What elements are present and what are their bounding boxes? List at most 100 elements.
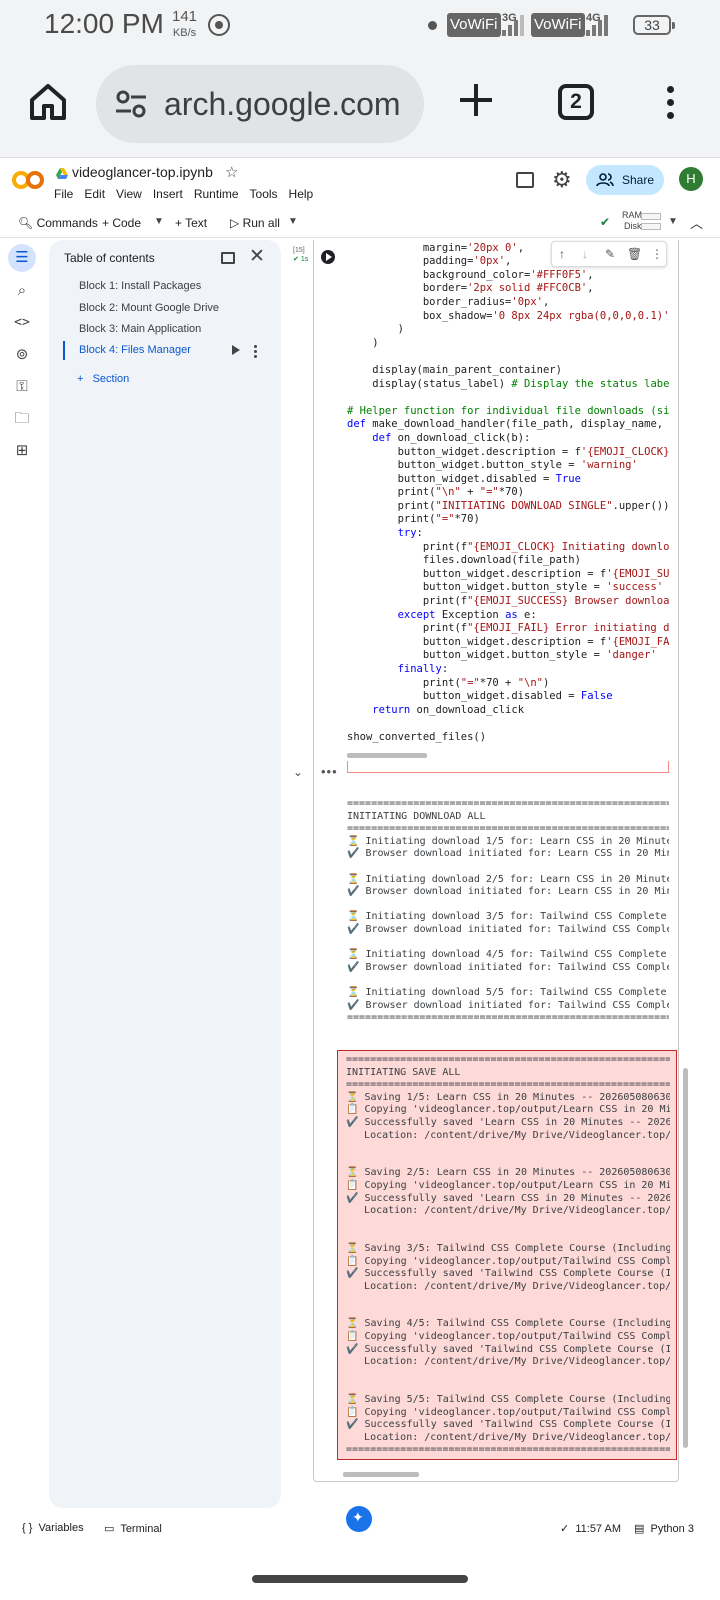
code-line[interactable]: def on_download_click(b): [347, 432, 669, 446]
code-editor[interactable]: max_width='720px', margin='20px 0', padd… [347, 240, 669, 753]
find-icon[interactable]: ⌕ [8, 277, 36, 305]
code-line[interactable]: finally: [347, 663, 669, 677]
gear-icon[interactable]: ⚙ [552, 167, 572, 193]
code-line[interactable]: ) [347, 323, 669, 337]
code-line[interactable]: border_radius='0px', [347, 296, 669, 310]
code-horizontal-scrollbar[interactable] [347, 753, 427, 758]
menu-insert[interactable]: Insert [153, 187, 183, 201]
colab-logo[interactable] [12, 170, 44, 190]
runtime-button[interactable]: ▤ Python 3 [634, 1522, 694, 1535]
url-text[interactable]: arch.google.com [164, 86, 401, 123]
chevron-down-icon[interactable]: ▼ [154, 216, 164, 227]
variables-button[interactable]: { } Variables [22, 1522, 84, 1534]
code-line[interactable]: button_widget.disabled = True [347, 473, 669, 487]
star-icon[interactable]: ☆ [225, 163, 238, 181]
output-menu-icon[interactable]: ••• [321, 764, 338, 779]
code-line[interactable] [347, 350, 669, 364]
code-line[interactable]: print(f"{EMOJI_SUCCESS} Browser download… [347, 595, 669, 609]
code-line[interactable]: print(f"{EMOJI_FAIL} Error initiating do… [347, 622, 669, 636]
run-section-icon[interactable] [232, 345, 240, 355]
resource-monitor[interactable]: RAM Disk [622, 210, 642, 232]
toc-item-block-4[interactable]: Block 4: Files Manager [79, 344, 191, 356]
edit-icon[interactable]: ✎ [605, 247, 615, 261]
move-up-icon[interactable]: ↑ [559, 247, 565, 261]
code-line[interactable]: files.download(file_path) [347, 554, 669, 568]
delete-icon[interactable]: 🗑︎ [627, 247, 642, 261]
commands-button[interactable]: 🔍︎ Commands [18, 216, 98, 230]
code-line[interactable]: print(f"{EMOJI_CLOCK} Initiating downloa… [347, 541, 669, 555]
home-gesture-handle[interactable] [252, 1575, 468, 1583]
code-line[interactable]: button_widget.description = f'{EMOJI_SUC… [347, 568, 669, 582]
more-options-icon[interactable]: ⋮ [651, 247, 663, 261]
run-cell-button[interactable] [321, 250, 335, 264]
terminal-button[interactable]: ▭ Terminal [104, 1522, 162, 1535]
signal-bars-icon [502, 14, 526, 36]
code-line[interactable]: box_shadow='0 8px 24px rgba(0,0,0,0.1)' [347, 310, 669, 324]
code-line[interactable]: button_widget.description = f'{EMOJI_FAI… [347, 636, 669, 650]
code-line[interactable]: button_widget.description = f'{EMOJI_CLO… [347, 446, 669, 460]
code-line[interactable] [347, 391, 669, 405]
menu-help[interactable]: Help [289, 187, 314, 201]
folder-icon[interactable]: 🗀 [8, 405, 36, 433]
new-tab-icon[interactable] [458, 82, 494, 118]
share-button[interactable]: Share [586, 165, 664, 195]
add-text-button[interactable]: + Text [175, 216, 207, 230]
code-line[interactable]: return on_download_click [347, 704, 669, 718]
code-line[interactable]: display(main_parent_container) [347, 364, 669, 378]
run-all-button[interactable]: ▷ Run all [230, 216, 280, 230]
key-icon[interactable]: ⚿ [8, 373, 36, 401]
code-line[interactable] [347, 717, 669, 731]
toc-item-block-1[interactable]: Block 1: Install Packages [79, 280, 201, 292]
add-code-button[interactable]: + Code [102, 216, 141, 230]
code-line[interactable]: display(status_label) # Display the stat… [347, 378, 669, 392]
table-icon[interactable]: ⊞ [8, 437, 36, 465]
code-line[interactable]: show_converted_files() [347, 731, 669, 745]
output-horizontal-scrollbar[interactable] [343, 1472, 419, 1477]
toc-item-block-3[interactable]: Block 3: Main Application [79, 323, 201, 335]
chevron-down-icon[interactable]: ▼ [668, 216, 678, 227]
variables-inspector-icon[interactable]: ⊚ [8, 341, 36, 369]
code-line[interactable]: button_widget.button_style = 'danger' [347, 649, 669, 663]
code-line[interactable]: button_widget.button_style = 'success' #… [347, 581, 669, 595]
code-line[interactable]: print("="*70) [347, 513, 669, 527]
menu-runtime[interactable]: Runtime [194, 187, 239, 201]
code-line[interactable]: background_color='#FFF0F5', [347, 269, 669, 283]
chevron-down-icon[interactable]: ▼ [288, 216, 298, 227]
tab-switcher-button[interactable]: 2 [558, 84, 594, 120]
menu-file[interactable]: File [54, 187, 73, 201]
output-collapse-icon[interactable]: ⌄ [293, 765, 303, 779]
browser-menu-icon[interactable] [665, 86, 675, 122]
code-line[interactable]: print("\n" + "="*70) [347, 486, 669, 500]
code-snippets-icon[interactable]: <> [8, 309, 36, 337]
code-line[interactable]: def make_download_handler(file_path, dis… [347, 418, 669, 432]
code-line[interactable]: print("INITIATING DOWNLOAD SINGLE".upper… [347, 500, 669, 514]
code-line[interactable]: button_widget.disabled = False [347, 690, 669, 704]
home-icon[interactable] [28, 82, 68, 122]
avatar[interactable]: H [679, 167, 703, 191]
code-line[interactable]: # Helper function for individual file do… [347, 405, 669, 419]
menu-edit[interactable]: Edit [84, 187, 105, 201]
comment-icon[interactable] [516, 172, 534, 188]
notebook-title[interactable]: videoglancer-top.ipynb [72, 164, 213, 180]
open-in-tab-icon[interactable] [221, 252, 235, 264]
menu-view[interactable]: View [116, 187, 142, 201]
code-line[interactable]: button_widget.button_style = 'warning' [347, 459, 669, 473]
code-line[interactable]: try: [347, 527, 669, 541]
menu-tools[interactable]: Tools [250, 187, 278, 201]
last-run-status[interactable]: ✓ 11:57 AM [560, 1522, 621, 1535]
code-line[interactable]: except Exception as e: [347, 609, 669, 623]
add-section-button[interactable]: + Section [77, 373, 129, 385]
code-line[interactable]: ) [347, 337, 669, 351]
code-line[interactable]: border='2px solid #FFC0CB', [347, 282, 669, 296]
address-bar[interactable]: arch.google.com [96, 65, 424, 143]
close-icon[interactable]: ✕ [249, 245, 265, 268]
collapse-toolbar-icon[interactable]: ︿ [690, 213, 703, 232]
output-vertical-scrollbar[interactable] [683, 1068, 688, 1448]
more-options-icon[interactable] [254, 345, 258, 360]
toc-item-block-2[interactable]: Block 2: Mount Google Drive [79, 302, 219, 314]
gemini-icon[interactable] [346, 1506, 372, 1532]
move-down-icon[interactable]: ↓ [582, 247, 588, 261]
site-settings-icon[interactable] [114, 87, 148, 121]
code-line[interactable]: print("="*70 + "\n") [347, 677, 669, 691]
toc-icon[interactable]: ☰ [8, 244, 36, 272]
